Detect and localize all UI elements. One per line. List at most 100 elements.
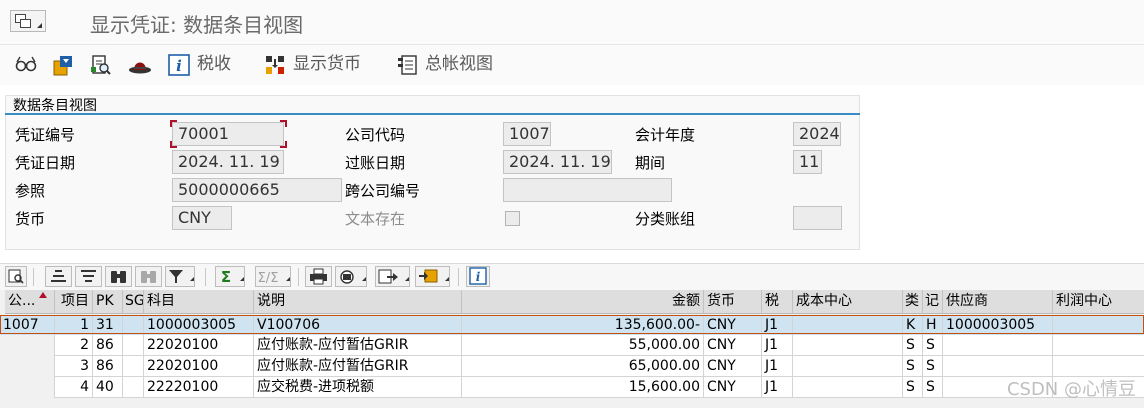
- layout-dropdown-icon[interactable]: [445, 277, 449, 281]
- col-header-currency[interactable]: 货币: [704, 290, 762, 314]
- period-field[interactable]: 11: [793, 150, 822, 174]
- cell-item[interactable]: 1: [55, 315, 93, 336]
- cell-company[interactable]: [0, 335, 55, 356]
- col-header-tax[interactable]: 税: [762, 290, 793, 314]
- cell-description[interactable]: V100706: [254, 315, 462, 336]
- details-button[interactable]: [5, 266, 27, 287]
- print-button[interactable]: [305, 266, 332, 287]
- cross-company-field[interactable]: [503, 178, 672, 202]
- cell-pk[interactable]: 86: [93, 335, 123, 356]
- cell-account-type[interactable]: K: [903, 315, 923, 336]
- cell-cost-center[interactable]: [793, 315, 903, 336]
- cell-amount[interactable]: 65,000.00: [462, 356, 704, 377]
- cell-currency[interactable]: CNY: [704, 356, 762, 377]
- cell-company[interactable]: [0, 356, 55, 377]
- cell-vendor[interactable]: [943, 335, 1053, 356]
- cell-tax[interactable]: J1: [762, 335, 793, 356]
- total-dropdown-icon[interactable]: [240, 277, 244, 281]
- cell-description[interactable]: 应交税费-进项税额: [254, 377, 462, 398]
- cell-company[interactable]: [0, 377, 55, 398]
- cell-account[interactable]: 22020100: [144, 335, 254, 356]
- cell-account[interactable]: 22220100: [144, 377, 254, 398]
- find-button[interactable]: [105, 266, 132, 287]
- cell-tax[interactable]: J1: [762, 377, 793, 398]
- col-header-vendor[interactable]: 供应商: [943, 290, 1053, 314]
- col-header-profit-center[interactable]: 利润中心: [1053, 290, 1144, 314]
- cell-pk[interactable]: 86: [93, 356, 123, 377]
- cell-debit-credit[interactable]: H: [923, 315, 943, 336]
- doc-date-field[interactable]: 2024. 11. 19: [172, 150, 284, 174]
- hat-icon[interactable]: [127, 53, 153, 77]
- menu-icon[interactable]: [10, 10, 46, 32]
- currency-icon[interactable]: [263, 53, 287, 77]
- cell-profit-center[interactable]: [1053, 335, 1144, 356]
- cell-cost-center[interactable]: [793, 335, 903, 356]
- cell-profit-center[interactable]: [1053, 315, 1144, 336]
- document-search-icon[interactable]: [89, 53, 113, 77]
- col-header-amount[interactable]: 金额: [462, 290, 704, 314]
- ledger-view-icon[interactable]: [396, 53, 420, 77]
- col-header-debit-credit[interactable]: 记: [923, 290, 943, 314]
- tax-button[interactable]: 税收: [197, 53, 231, 75]
- cell-sg[interactable]: [123, 335, 144, 356]
- filter-dropdown-icon[interactable]: [190, 277, 194, 281]
- col-header-description[interactable]: 说明: [254, 290, 462, 314]
- display-currency-button[interactable]: 显示货币: [293, 53, 361, 75]
- cell-vendor[interactable]: 1000003005: [943, 315, 1053, 336]
- doc-no-field[interactable]: 70001: [172, 122, 284, 146]
- text-exists-checkbox[interactable]: [505, 211, 520, 226]
- subtotal-dropdown-icon[interactable]: [286, 277, 290, 281]
- cell-currency[interactable]: CNY: [704, 335, 762, 356]
- cell-item[interactable]: 4: [55, 377, 93, 398]
- document-change-icon[interactable]: [51, 53, 75, 77]
- cell-sg[interactable]: [123, 315, 144, 336]
- cell-account[interactable]: 1000003005: [144, 315, 254, 336]
- views-dropdown-icon[interactable]: [362, 277, 366, 281]
- find-next-button[interactable]: [135, 266, 162, 287]
- col-header-sg[interactable]: SG: [123, 290, 144, 314]
- currency-field[interactable]: CNY: [172, 206, 232, 230]
- glasses-icon[interactable]: [14, 53, 38, 77]
- cell-debit-credit[interactable]: S: [923, 356, 943, 377]
- col-header-cost-center[interactable]: 成本中心: [793, 290, 903, 314]
- cell-account-type[interactable]: S: [903, 377, 923, 398]
- sort-descending-button[interactable]: [75, 266, 102, 287]
- col-header-item[interactable]: 项目: [55, 290, 93, 314]
- cell-company[interactable]: 1007: [0, 315, 55, 336]
- cell-description[interactable]: 应付账款-应付暂估GRIR: [254, 356, 462, 377]
- cell-account-type[interactable]: S: [903, 335, 923, 356]
- cell-account[interactable]: 22020100: [144, 356, 254, 377]
- cell-tax[interactable]: J1: [762, 315, 793, 336]
- cell-currency[interactable]: CNY: [704, 315, 762, 336]
- cell-vendor[interactable]: [943, 356, 1053, 377]
- cell-cost-center[interactable]: [793, 377, 903, 398]
- info-icon[interactable]: i: [168, 53, 190, 77]
- fiscal-year-field[interactable]: 2024: [793, 122, 841, 146]
- posting-date-field[interactable]: 2024. 11. 19: [503, 150, 612, 174]
- cell-tax[interactable]: J1: [762, 356, 793, 377]
- cell-pk[interactable]: 40: [93, 377, 123, 398]
- reference-field[interactable]: 5000000665: [172, 178, 342, 202]
- info-button[interactable]: i: [466, 266, 490, 287]
- cell-pk[interactable]: 31: [93, 315, 123, 336]
- export-dropdown-icon[interactable]: [405, 277, 409, 281]
- cell-sg[interactable]: [123, 356, 144, 377]
- cell-item[interactable]: 2: [55, 335, 93, 356]
- col-header-pk[interactable]: PK: [93, 290, 123, 314]
- col-header-company[interactable]: 公...: [5, 290, 55, 314]
- col-header-account-type[interactable]: 类: [903, 290, 923, 314]
- cell-account-type[interactable]: S: [903, 356, 923, 377]
- gl-view-button[interactable]: 总帐视图: [425, 53, 493, 75]
- cell-description[interactable]: 应付账款-应付暂估GRIR: [254, 335, 462, 356]
- sort-ascending-button[interactable]: [45, 266, 72, 287]
- cell-currency[interactable]: CNY: [704, 377, 762, 398]
- company-code-field[interactable]: 1007: [503, 122, 551, 146]
- cell-amount[interactable]: 55,000.00: [462, 335, 704, 356]
- cell-amount[interactable]: 135,600.00-: [462, 315, 704, 336]
- cell-item[interactable]: 3: [55, 356, 93, 377]
- col-header-account[interactable]: 科目: [144, 290, 254, 314]
- cell-sg[interactable]: [123, 377, 144, 398]
- ledger-group-field[interactable]: [793, 206, 842, 230]
- cell-debit-credit[interactable]: S: [923, 377, 943, 398]
- cell-debit-credit[interactable]: S: [923, 335, 943, 356]
